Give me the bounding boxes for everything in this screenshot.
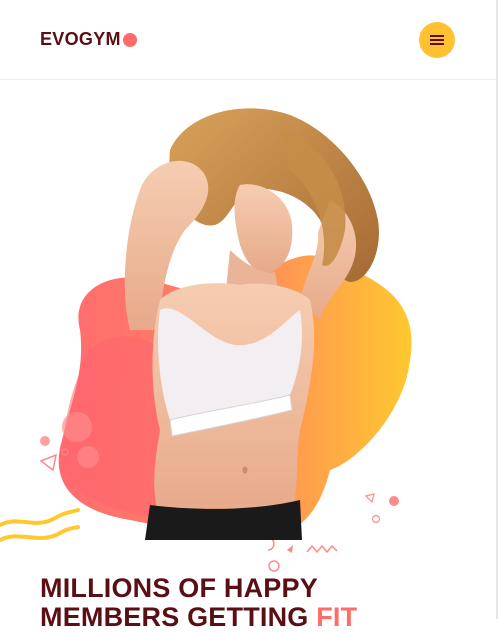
logo-text: EVOGYM bbox=[40, 29, 121, 49]
headline-line-1: MILLIONS OF HAPPY bbox=[40, 573, 318, 603]
logo[interactable]: EVOGYM bbox=[40, 29, 137, 50]
hero-image bbox=[0, 108, 412, 572]
hero-headline: MILLIONS OF HAPPY MEMBERS GETTING FIT bbox=[40, 574, 357, 632]
headline-line-2-accent: FIT bbox=[316, 602, 358, 632]
site-header: EVOGYM bbox=[0, 0, 496, 80]
headline-line-2-prefix: MEMBERS GETTING bbox=[40, 602, 317, 632]
hamburger-menu-icon bbox=[430, 34, 444, 46]
logo-dot-icon bbox=[122, 32, 137, 47]
menu-button[interactable] bbox=[419, 22, 455, 58]
